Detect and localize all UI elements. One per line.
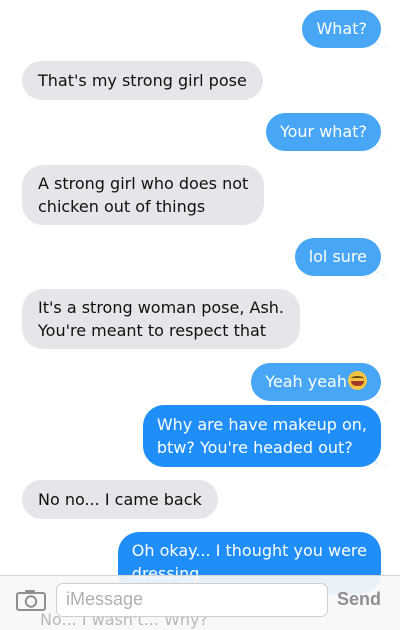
message-thread: What? That's my strong girl pose Your wh…: [0, 0, 400, 630]
bubble-tail: [370, 385, 388, 401]
message-text: lol sure: [308, 247, 367, 266]
message-text-line: A strong girl who does not: [38, 174, 249, 193]
message-text-line: Oh okay... I thought you were: [131, 541, 367, 560]
message-bubble-incoming[interactable]: It's a strong woman pose, Ash. You're me…: [16, 289, 301, 349]
message-text-line: btw? You're headed out?: [156, 438, 353, 457]
message-text: Your what?: [279, 122, 367, 141]
message-text: No no... I came back: [38, 490, 202, 509]
message-text-line: Why are have makeup on,: [156, 415, 367, 434]
message-bubble-incoming[interactable]: That's my strong girl pose: [16, 61, 263, 100]
message-content: Yeah yeah: [265, 370, 367, 394]
message-bubble-outgoing[interactable]: What?: [302, 10, 388, 48]
bubble-tail: [16, 84, 34, 100]
message-text: What?: [316, 19, 367, 38]
message-bubble-incoming[interactable]: No no... I came back: [16, 480, 218, 519]
message-bubble-outgoing[interactable]: Your what?: [265, 113, 388, 151]
message-bubble-incoming[interactable]: A strong girl who does not chicken out o…: [16, 165, 265, 225]
bubble-tail: [16, 333, 34, 349]
message-bubble-outgoing[interactable]: Why are have makeup on, btw? You're head…: [142, 405, 388, 467]
message-bubble-outgoing[interactable]: Yeah yeah: [251, 363, 388, 401]
bubble-tail: [370, 32, 388, 48]
message-text: That's my strong girl pose: [38, 71, 247, 90]
message-input[interactable]: iMessage: [56, 583, 328, 617]
laughing-emoji-icon: [348, 371, 367, 390]
bubble-tail: [16, 503, 34, 519]
bubble-tail: [370, 260, 388, 276]
bubble-tail: [16, 209, 34, 225]
camera-icon[interactable]: [16, 589, 46, 611]
message-text-line: chicken out of things: [38, 197, 206, 216]
message-input-placeholder: iMessage: [66, 589, 144, 609]
send-button[interactable]: Send: [337, 589, 381, 610]
bubble-tail: [370, 451, 388, 467]
message-text-line: It's a strong woman pose, Ash.: [38, 298, 285, 317]
message-bubble-outgoing[interactable]: lol sure: [294, 238, 388, 276]
bubble-tail: [370, 135, 388, 151]
message-text: Yeah yeah: [265, 372, 347, 391]
message-text-line: You're meant to respect that: [38, 321, 267, 340]
